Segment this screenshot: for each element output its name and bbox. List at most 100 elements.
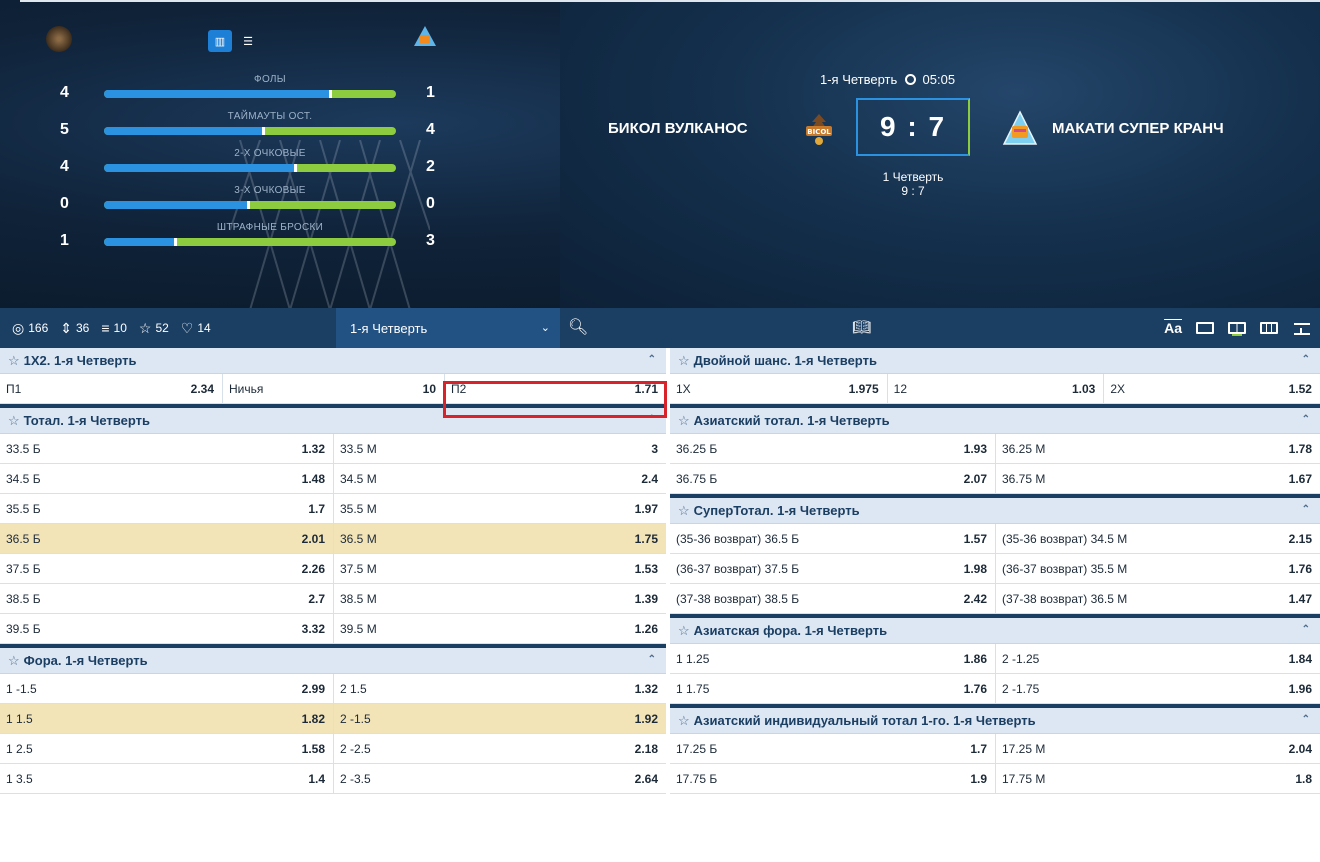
chevron-up-icon[interactable]: ⌃ (648, 354, 656, 365)
collapse-all-icon[interactable] (1292, 321, 1312, 335)
odds-cell[interactable]: 36.5 М 1.75 (333, 524, 666, 554)
odds-cell[interactable]: 1 2.5 1.58 (0, 734, 333, 764)
chevron-up-icon[interactable]: ⌃ (648, 654, 656, 665)
outcome-label: 39.5 Б (6, 622, 41, 636)
odds-cell[interactable]: 17.75 Б 1.9 (670, 764, 995, 794)
odds-cell[interactable]: 1 3.5 1.4 (0, 764, 333, 794)
filter-count-value: 10 (113, 321, 127, 335)
market-header[interactable]: ☆ Азиатский индивидуальный тотал 1-го. 1-… (670, 708, 1320, 734)
odds-cell[interactable]: (36-37 возврат) 35.5 М 1.76 (995, 554, 1320, 584)
three-column-layout-icon[interactable] (1260, 322, 1278, 334)
odds-cell[interactable]: 2 -1.75 1.96 (995, 674, 1320, 704)
odds-cell[interactable]: (35-36 возврат) 34.5 М 2.15 (995, 524, 1320, 554)
market-header[interactable]: ☆ Двойной шанс. 1-я Четверть ⌃ (670, 348, 1320, 374)
star-outline-icon[interactable]: ☆ (8, 413, 20, 429)
odds-cell[interactable]: (36-37 возврат) 37.5 Б 1.98 (670, 554, 995, 584)
filter-count-sort[interactable]: ⇕ 36 (60, 320, 89, 337)
book-icon[interactable]: 📖︎ (852, 318, 871, 336)
odds-cell[interactable]: 35.5 М 1.97 (333, 494, 666, 524)
odds-cell[interactable]: 1 1.75 1.76 (670, 674, 995, 704)
odds-cell[interactable]: 36.75 Б 2.07 (670, 464, 995, 494)
chevron-up-icon[interactable]: ⌃ (1302, 504, 1310, 515)
odds-cell[interactable]: 37.5 Б 2.26 (0, 554, 333, 584)
star-outline-icon[interactable]: ☆ (678, 353, 690, 369)
odds-cell[interactable]: 36.25 Б 1.93 (670, 434, 995, 464)
odds-value: 3.32 (301, 622, 325, 636)
market-header[interactable]: ☆ Азиатский тотал. 1-я Четверть ⌃ (670, 408, 1320, 434)
odds-cell[interactable]: 38.5 Б 2.7 (0, 584, 333, 614)
star-outline-icon[interactable]: ☆ (678, 503, 690, 519)
odds-cell[interactable]: 1 -1.5 2.99 (0, 674, 333, 704)
odds-cell[interactable]: 38.5 М 1.39 (333, 584, 666, 614)
market-title: Фора. 1-я Четверть (23, 653, 148, 668)
odds-cell[interactable]: 34.5 М 2.4 (333, 464, 666, 494)
two-column-layout-icon[interactable] (1228, 322, 1246, 334)
odds-cell[interactable]: 39.5 М 1.26 (333, 614, 666, 644)
odds-cell[interactable]: 2X 1.52 (1103, 374, 1320, 404)
stat-row: ФОЛЫ 4 1 (60, 74, 440, 112)
chevron-up-icon[interactable]: ⌃ (1302, 354, 1310, 365)
odds-cell[interactable]: 2 -1.25 1.84 (995, 644, 1320, 674)
odds-cell[interactable]: 1X 1.975 (670, 374, 887, 404)
odds-cell[interactable]: П1 2.34 (0, 374, 222, 404)
odds-cell[interactable]: 2 1.5 1.32 (333, 674, 666, 704)
odds-cell[interactable]: П2 1.71 (444, 374, 666, 404)
odds-cell[interactable]: 39.5 Б 3.32 (0, 614, 333, 644)
filter-count-star-outline[interactable]: ☆ 52 (139, 320, 169, 337)
odds-cell[interactable]: 34.5 Б 1.48 (0, 464, 333, 494)
font-size-icon[interactable]: Aa (1164, 320, 1182, 336)
odds-value: 1.82 (301, 712, 325, 726)
odds-value: 1.03 (1071, 382, 1096, 396)
chevron-up-icon[interactable]: ⌃ (648, 414, 656, 425)
odds-cell[interactable]: 1 1.25 1.86 (670, 644, 995, 674)
odds-cell[interactable]: Ничья 10 (222, 374, 444, 404)
stat-name: 2-Х ОЧКОВЫЕ (234, 148, 306, 159)
odds-cell[interactable]: (35-36 возврат) 36.5 Б 1.57 (670, 524, 995, 554)
single-column-layout-icon[interactable] (1196, 322, 1214, 334)
odds-cell[interactable]: (37-38 возврат) 38.5 Б 2.42 (670, 584, 995, 614)
odds-cell[interactable]: 2 -2.5 2.18 (333, 734, 666, 764)
odds-cell[interactable]: 35.5 Б 1.7 (0, 494, 333, 524)
market-header[interactable]: ☆ СуперТотал. 1-я Четверть ⌃ (670, 498, 1320, 524)
odds-cell[interactable]: 33.5 М 3 (333, 434, 666, 464)
odds-cell[interactable]: 36.25 М 1.78 (995, 434, 1320, 464)
list-icon[interactable]: ☰ (236, 30, 260, 52)
odds-cell[interactable]: 37.5 М 1.53 (333, 554, 666, 584)
star-outline-icon[interactable]: ☆ (678, 623, 690, 639)
odds-cell[interactable]: 17.75 М 1.8 (995, 764, 1320, 794)
markets-left-column: ☆ 1X2. 1-я Четверть ⌃ П1 2.34 Ничья 10 П2 1.71 ☆ Т… (0, 348, 666, 862)
outcome-label: 1X (676, 382, 691, 396)
chevron-up-icon[interactable]: ⌃ (1302, 414, 1310, 425)
period-select[interactable]: 1-я Четверть ⌄ (336, 308, 560, 348)
odds-value: 2.26 (301, 562, 325, 576)
odds-cell[interactable]: 2 -1.5 1.92 (333, 704, 666, 734)
market-header[interactable]: ☆ 1X2. 1-я Четверть ⌃ (0, 348, 666, 374)
search-icon[interactable]: 🔍︎ (568, 317, 588, 337)
star-outline-icon[interactable]: ☆ (8, 353, 20, 369)
outcome-label: 1 3.5 (6, 772, 33, 786)
odds-cell[interactable]: 17.25 М 2.04 (995, 734, 1320, 764)
chevron-up-icon[interactable]: ⌃ (1302, 714, 1310, 725)
odds-cell[interactable]: 33.5 Б 1.32 (0, 434, 333, 464)
filter-count-table[interactable]: ≡ 10 (101, 320, 127, 336)
market-header[interactable]: ☆ Азиатская фора. 1-я Четверть ⌃ (670, 618, 1320, 644)
odds-cell[interactable]: 12 1.03 (886, 374, 1104, 404)
star-outline-icon[interactable]: ☆ (678, 413, 690, 429)
star-outline-icon[interactable]: ☆ (678, 713, 690, 729)
chevron-up-icon[interactable]: ⌃ (1302, 624, 1310, 635)
odds-cell[interactable]: 36.5 Б 2.01 (0, 524, 333, 554)
odds-cell[interactable]: 36.75 М 1.67 (995, 464, 1320, 494)
odds-cell[interactable]: 2 -3.5 2.64 (333, 764, 666, 794)
odds-cell[interactable]: 1 1.5 1.82 (0, 704, 333, 734)
market-header[interactable]: ☆ Тотал. 1-я Четверть ⌃ (0, 408, 666, 434)
filter-count-trophy[interactable]: ♡ 14 (181, 320, 211, 337)
stat-name: ФОЛЫ (254, 74, 286, 85)
sub-period-score: 9 : 7 (901, 184, 925, 198)
market-header[interactable]: ☆ Фора. 1-я Четверть ⌃ (0, 648, 666, 674)
filter-count-target[interactable]: ◎ 166 (12, 320, 48, 337)
bar-chart-icon[interactable]: ▥ (208, 30, 232, 52)
odds-cell[interactable]: (37-38 возврат) 36.5 М 1.47 (995, 584, 1320, 614)
outcome-label: (36-37 возврат) 37.5 Б (676, 562, 800, 576)
odds-cell[interactable]: 17.25 Б 1.7 (670, 734, 995, 764)
star-outline-icon[interactable]: ☆ (8, 653, 20, 669)
